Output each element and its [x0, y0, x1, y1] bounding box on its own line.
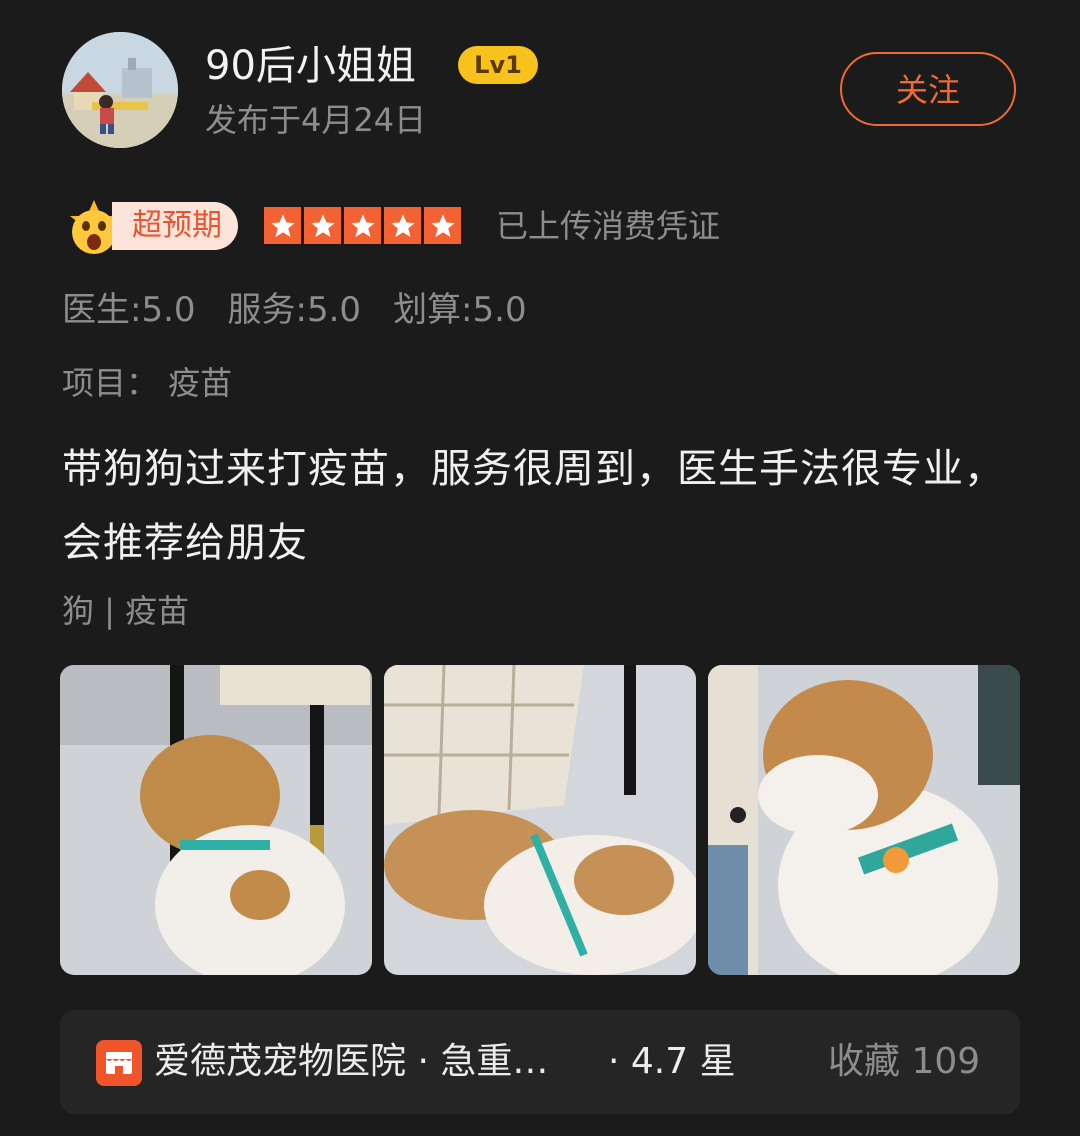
service-score: 服务:5.0	[227, 290, 362, 330]
follow-button[interactable]: 关注	[840, 52, 1016, 126]
shop-rating: · 4.7 星	[608, 1041, 736, 1082]
username[interactable]: 90后小姐姐	[205, 40, 416, 92]
favorites-count[interactable]: 收藏 109	[828, 1038, 980, 1086]
star-icon	[264, 207, 301, 244]
store-icon	[96, 1040, 142, 1086]
user-avatar[interactable]	[62, 32, 178, 148]
voucher-status: 已上传消费凭证	[496, 207, 721, 245]
doctor-score: 医生:5.0	[62, 290, 196, 330]
review-tags: 狗 | 疫苗	[62, 592, 190, 630]
level-badge: Lv1	[458, 46, 538, 84]
sub-scores: 医生:5.0 服务:5.0 划算:5.0	[62, 288, 559, 332]
value-score: 划算:5.0	[393, 290, 527, 330]
review-text[interactable]: 带狗狗过来打疫苗，服务很周到，医生手法很专业，会推荐给朋友	[62, 432, 1022, 580]
publish-date: 发布于4月24日	[205, 101, 427, 139]
star-icon	[304, 207, 341, 244]
project-label: 项目： 疫苗	[62, 364, 233, 402]
review-photo[interactable]	[708, 665, 1020, 975]
review-photo[interactable]	[60, 665, 372, 975]
star-icon	[384, 207, 421, 244]
star-rating	[264, 207, 461, 244]
star-icon	[424, 207, 461, 244]
review-photo[interactable]	[384, 665, 696, 975]
exceed-expectations-badge: 超预期	[112, 202, 238, 250]
shop-name[interactable]: 爱德茂宠物医院 · 急重…	[154, 1038, 548, 1086]
star-icon	[344, 207, 381, 244]
